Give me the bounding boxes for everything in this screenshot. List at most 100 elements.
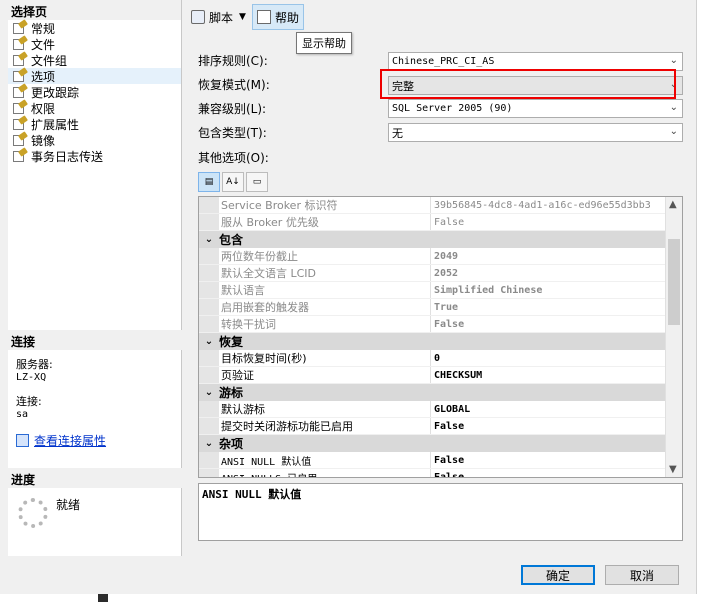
page-item-label: 镜像 [31, 133, 56, 148]
server-value: LZ-XQ [16, 372, 47, 383]
category-containment[interactable]: ⌄ 包含 [199, 231, 666, 248]
property-value: 39b56845-4dc8-4ad1-a16c-ed96e55d3bb3 [434, 199, 651, 211]
page-wrench-icon [12, 147, 28, 163]
page-item-extended-properties[interactable]: 扩展属性 [8, 115, 181, 132]
collapse-icon[interactable]: ⌄ [199, 438, 219, 449]
scroll-thumb[interactable] [668, 239, 680, 325]
chevron-down-icon: ⌄ [669, 55, 678, 66]
grid-row[interactable]: 两位数年份截止 2049 [199, 248, 666, 265]
property-name: Service Broker 标识符 [219, 197, 431, 213]
containment-value: 无 [392, 126, 403, 140]
view-connection-properties-link[interactable]: 查看连接属性 [34, 432, 106, 449]
ok-button[interactable]: 确定 [521, 565, 595, 585]
page-wrench-icon [12, 131, 28, 147]
property-value: False [434, 216, 465, 228]
grid-row[interactable]: 目标恢复时间(秒) 0 [199, 350, 666, 367]
collation-row: 排序规则(C): [198, 52, 388, 69]
script-button[interactable]: 脚本 [187, 4, 237, 30]
page-item-mirroring[interactable]: 镜像 [8, 131, 181, 148]
sort-alphabetical-icon[interactable]: A↓ [222, 172, 244, 192]
background-window-edge [696, 0, 704, 602]
script-dropdown-arrow-icon[interactable]: ▼ [239, 12, 246, 22]
page-wrench-icon [12, 83, 28, 99]
property-value: False [434, 471, 465, 478]
property-value: 0 [434, 352, 441, 364]
grid-row[interactable]: ANSI NULLS 已启用False [199, 469, 666, 478]
compat-select[interactable]: SQL Server 2005 (90) ⌄ [388, 99, 683, 118]
view-connection-properties[interactable]: 查看连接属性 [16, 432, 174, 449]
grid-row[interactable]: 默认全文语言 LCID 2052 [199, 265, 666, 282]
property-name: 默认全文语言 LCID [219, 265, 431, 281]
recovery-label: 恢复模式(M): [198, 78, 270, 92]
page-item-label: 事务日志传送 [31, 149, 104, 164]
category-recovery[interactable]: ⌄ 恢复 [199, 333, 666, 350]
scroll-up-icon[interactable]: ▲ [669, 199, 677, 210]
select-page-title: 选择页 [8, 0, 181, 20]
help-button[interactable]: 帮助 [251, 4, 304, 30]
connection-value: sa [16, 409, 29, 420]
property-name: 启用嵌套的触发器 [219, 299, 431, 315]
collapse-icon[interactable]: ⌄ [199, 336, 219, 347]
category-label: 恢复 [219, 335, 244, 349]
help-icon [256, 10, 271, 24]
grid-row[interactable]: 提交时关闭游标功能已启用 False [199, 418, 666, 435]
property-pages-icon[interactable]: ▭ [246, 172, 268, 192]
progress-title: 进度 [8, 468, 182, 488]
property-name: 提交时关闭游标功能已启用 [219, 418, 431, 434]
page-wrench-icon [12, 67, 28, 83]
highlight-box [380, 69, 676, 99]
grid-row[interactable]: Service Broker 标识符 39b56845-4dc8-4ad1-a16… [199, 197, 666, 214]
page-item-options[interactable]: 选项 [8, 67, 181, 84]
property-name: 页验证 [219, 367, 431, 383]
page-item-label: 权限 [31, 101, 56, 116]
collapse-icon[interactable]: ⌄ [199, 387, 219, 398]
page-item-log-shipping[interactable]: 事务日志传送 [8, 147, 181, 164]
page-item-files[interactable]: 文件 [8, 35, 181, 52]
page-item-label: 文件 [31, 37, 56, 52]
grid-row[interactable]: 默认游标 GLOBAL [199, 401, 666, 418]
categorized-icon[interactable]: ▤ [198, 172, 220, 192]
grid-row[interactable]: 默认语言 Simplified Chinese [199, 282, 666, 299]
property-name: ANSI NULL 默认值 [219, 452, 431, 468]
grid-row[interactable]: 服从 Broker 优先级 False [199, 214, 666, 231]
page-wrench-icon [12, 35, 28, 51]
page-wrench-icon [12, 19, 28, 35]
containment-select[interactable]: 无 ⌄ [388, 123, 683, 142]
property-value: Simplified Chinese [434, 284, 543, 296]
property-value: 2049 [434, 250, 459, 262]
recovery-row: 恢复模式(M): [198, 76, 388, 93]
help-tooltip: 显示帮助 [296, 32, 352, 54]
containment-row: 包含类型(T): [198, 124, 388, 141]
scroll-down-icon[interactable]: ▼ [669, 464, 677, 475]
collation-label: 排序规则(C): [198, 54, 268, 68]
grid-row[interactable]: 转换干扰词 False [199, 316, 666, 333]
page-item-filegroups[interactable]: 文件组 [8, 51, 181, 68]
grid-scrollbar[interactable]: ▲ ▼ [665, 197, 682, 477]
category-label: 包含 [219, 233, 244, 247]
property-value: True [434, 301, 459, 313]
grid-row[interactable]: 启用嵌套的触发器 True [199, 299, 666, 316]
chevron-down-icon: ⌄ [669, 102, 678, 113]
page-item-label: 文件组 [31, 53, 68, 68]
property-name: ANSI NULLS 已启用 [219, 469, 431, 477]
server-label: 服务器: [16, 358, 53, 371]
property-description: ANSI NULL 默认值 [198, 483, 683, 541]
grid-row[interactable]: ANSI NULL 默认值 False [199, 452, 666, 469]
grid-row[interactable]: 页验证 CHECKSUM [199, 367, 666, 384]
page-item-change-tracking[interactable]: 更改跟踪 [8, 83, 181, 100]
compat-value: SQL Server 2005 (90) [392, 103, 513, 114]
property-name: 服从 Broker 优先级 [219, 214, 431, 230]
collapse-icon[interactable]: ⌄ [199, 234, 219, 245]
property-value: False [434, 454, 465, 466]
page-item-permissions[interactable]: 权限 [8, 99, 181, 116]
page-item-label: 常规 [31, 21, 56, 36]
page-item-general[interactable]: 常规 [8, 19, 181, 36]
property-name: 转换干扰词 [219, 316, 431, 332]
cancel-button[interactable]: 取消 [605, 565, 679, 585]
left-pane: 选择页 常规 文件 文件组 选项 更改跟踪 权限 扩展属性 镜像 事务日志传送 … [8, 0, 182, 556]
properties-icon [16, 434, 29, 447]
category-cursor[interactable]: ⌄ 游标 [199, 384, 666, 401]
property-name: 目标恢复时间(秒) [219, 350, 431, 366]
property-value: False [434, 318, 465, 330]
category-misc[interactable]: ⌄ 杂项 [199, 435, 666, 452]
